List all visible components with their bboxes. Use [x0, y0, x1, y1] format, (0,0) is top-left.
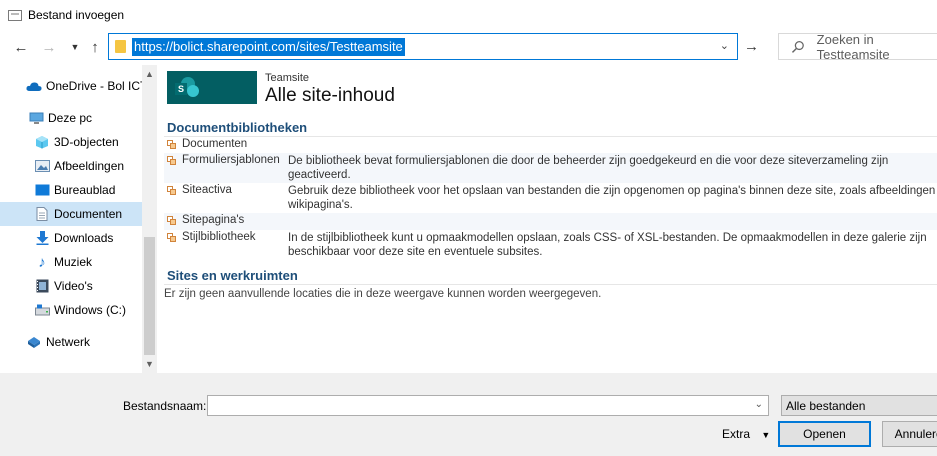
- address-dropdown-chevron-icon[interactable]: ⌄: [720, 39, 729, 52]
- library-icon: [167, 186, 176, 195]
- sidebar-item-label: Bureaublad: [54, 183, 116, 197]
- tools-menu[interactable]: Extra ▼: [722, 427, 770, 441]
- go-arrow-icon[interactable]: →: [744, 38, 759, 55]
- library-name[interactable]: Documenten: [182, 138, 247, 150]
- search-icon: [791, 40, 804, 53]
- sidebar-item-label: Afbeeldingen: [54, 159, 125, 173]
- filename-dropdown-chevron-icon[interactable]: ⌄: [755, 399, 763, 410]
- folder-icon: [115, 40, 126, 53]
- sidebar-item-label: Netwerk: [46, 335, 91, 349]
- back-arrow-icon[interactable]: ←: [12, 38, 30, 56]
- recent-locations-chevron-icon[interactable]: ▼: [66, 38, 84, 56]
- file-type-select[interactable]: Alle bestanden: [781, 395, 937, 416]
- sidebar-item-onedrive[interactable]: OneDrive - Bol ICT: [0, 74, 142, 98]
- sharepoint-logo-icon: S: [175, 76, 201, 99]
- address-text[interactable]: https://bolict.sharepoint.com/sites/Test…: [132, 37, 405, 56]
- computer-icon: [28, 111, 44, 125]
- window-icon: [8, 9, 22, 21]
- sidebar-item-label: Video's: [54, 279, 93, 293]
- navigation-bar: ← → ▼ ↑ https://bolict.sharepoint.com/si…: [0, 30, 937, 64]
- sidebar-item-desktop[interactable]: Bureaublad: [0, 178, 142, 202]
- address-bar[interactable]: https://bolict.sharepoint.com/sites/Test…: [108, 33, 738, 60]
- cube-icon: [34, 135, 50, 149]
- sidebar-item-label: OneDrive - Bol ICT: [46, 79, 142, 93]
- tools-label: Extra: [722, 427, 751, 441]
- sidebar-item-downloads[interactable]: Downloads: [0, 226, 142, 250]
- open-button[interactable]: Openen: [778, 421, 871, 447]
- picture-icon: [34, 159, 50, 173]
- library-icon: [167, 156, 176, 165]
- library-row[interactable]: Stijlbibliotheek In de stijlbibliotheek …: [164, 230, 937, 260]
- sidebar-item-label: Downloads: [54, 231, 114, 245]
- cancel-button[interactable]: Annuleren: [882, 421, 937, 447]
- library-description: Gebruik deze bibliotheek voor het opslaa…: [288, 185, 937, 211]
- site-banner: S: [167, 71, 257, 104]
- sidebar-item-label: Deze pc: [48, 111, 93, 125]
- site-title: Alle site-inhoud: [265, 85, 395, 106]
- sidebar-item-3d-objects[interactable]: 3D-objecten: [0, 130, 142, 154]
- document-icon: [34, 207, 50, 221]
- sidebar-item-label: Documenten: [54, 207, 123, 221]
- library-description: De bibliotheek bevat formuliersjablonen …: [288, 155, 889, 181]
- sidebar-item-pictures[interactable]: Afbeeldingen: [0, 154, 142, 178]
- sidebar-item-label: Muziek: [54, 255, 93, 269]
- scroll-up-icon[interactable]: ▲: [145, 69, 154, 79]
- scrollbar-thumb[interactable]: [144, 237, 155, 355]
- filename-input[interactable]: ⌄: [207, 395, 769, 416]
- music-icon: ♪: [38, 253, 46, 271]
- up-arrow-icon[interactable]: ↑: [86, 38, 104, 56]
- library-row[interactable]: Siteactiva Gebruik deze bibliotheek voor…: [164, 183, 937, 213]
- library-row[interactable]: Formuliersjablonen De bibliotheek bevat …: [164, 153, 937, 183]
- file-type-value: Alle bestanden: [786, 398, 866, 413]
- filename-label: Bestandsnaam:: [123, 399, 207, 413]
- drive-icon: [34, 303, 50, 317]
- scroll-down-icon[interactable]: ▼: [145, 359, 154, 369]
- sidebar-item-music[interactable]: ♪ Muziek: [0, 250, 142, 274]
- title-bar: Bestand invoegen: [0, 0, 937, 30]
- sidebar-item-this-pc[interactable]: Deze pc: [0, 106, 142, 130]
- desktop-icon: [34, 183, 50, 197]
- library-name[interactable]: Stijlbibliotheek: [182, 231, 256, 243]
- library-row[interactable]: Documenten: [164, 137, 937, 153]
- library-name[interactable]: Sitepagina's: [182, 214, 244, 226]
- sites-heading: Sites en werkruimten: [167, 268, 298, 283]
- dialog-footer: Bestandsnaam: ⌄ Alle bestanden Extra ▼ O…: [0, 373, 937, 456]
- sidebar-item-windows-drive[interactable]: Windows (C:): [0, 298, 142, 322]
- sidebar-scrollbar[interactable]: ▲ ▼: [142, 65, 157, 373]
- sidebar-item-label: Windows (C:): [54, 303, 127, 317]
- library-name[interactable]: Formuliersjablonen: [182, 154, 280, 166]
- library-icon: [167, 140, 176, 149]
- search-placeholder: Zoeken in Testteamsite: [816, 31, 890, 62]
- tools-dropdown-icon: ▼: [761, 430, 771, 440]
- site-subtitle: Teamsite: [265, 72, 310, 84]
- library-icon: [167, 233, 176, 242]
- library-description: In de stijlbibliotheek kunt u opmaakmode…: [288, 232, 927, 258]
- sidebar-item-videos[interactable]: Video's: [0, 274, 142, 298]
- download-icon: [34, 231, 50, 245]
- window-title: Bestand invoegen: [28, 8, 125, 22]
- navigation-pane: OneDrive - Bol ICT Deze pc 3D-objecten A…: [0, 65, 142, 373]
- sidebar-item-documents[interactable]: Documenten: [0, 202, 142, 226]
- divider: [164, 284, 937, 285]
- empty-message: Er zijn geen aanvullende locaties die in…: [164, 288, 602, 300]
- cloud-icon: [26, 79, 42, 93]
- content-pane: S Teamsite Alle site-inhoud Documentbibl…: [158, 65, 937, 373]
- forward-arrow-icon[interactable]: →: [40, 38, 58, 56]
- library-row[interactable]: Sitepagina's: [164, 213, 937, 230]
- library-name[interactable]: Siteactiva: [182, 184, 232, 196]
- document-libraries-heading: Documentbibliotheken: [167, 120, 308, 135]
- sidebar-item-label: 3D-objecten: [54, 135, 119, 149]
- video-icon: [34, 279, 50, 293]
- sidebar-item-network[interactable]: Netwerk: [0, 330, 142, 354]
- library-icon: [167, 216, 176, 225]
- network-icon: [26, 335, 42, 349]
- search-box[interactable]: Zoeken in Testteamsite: [778, 31, 937, 62]
